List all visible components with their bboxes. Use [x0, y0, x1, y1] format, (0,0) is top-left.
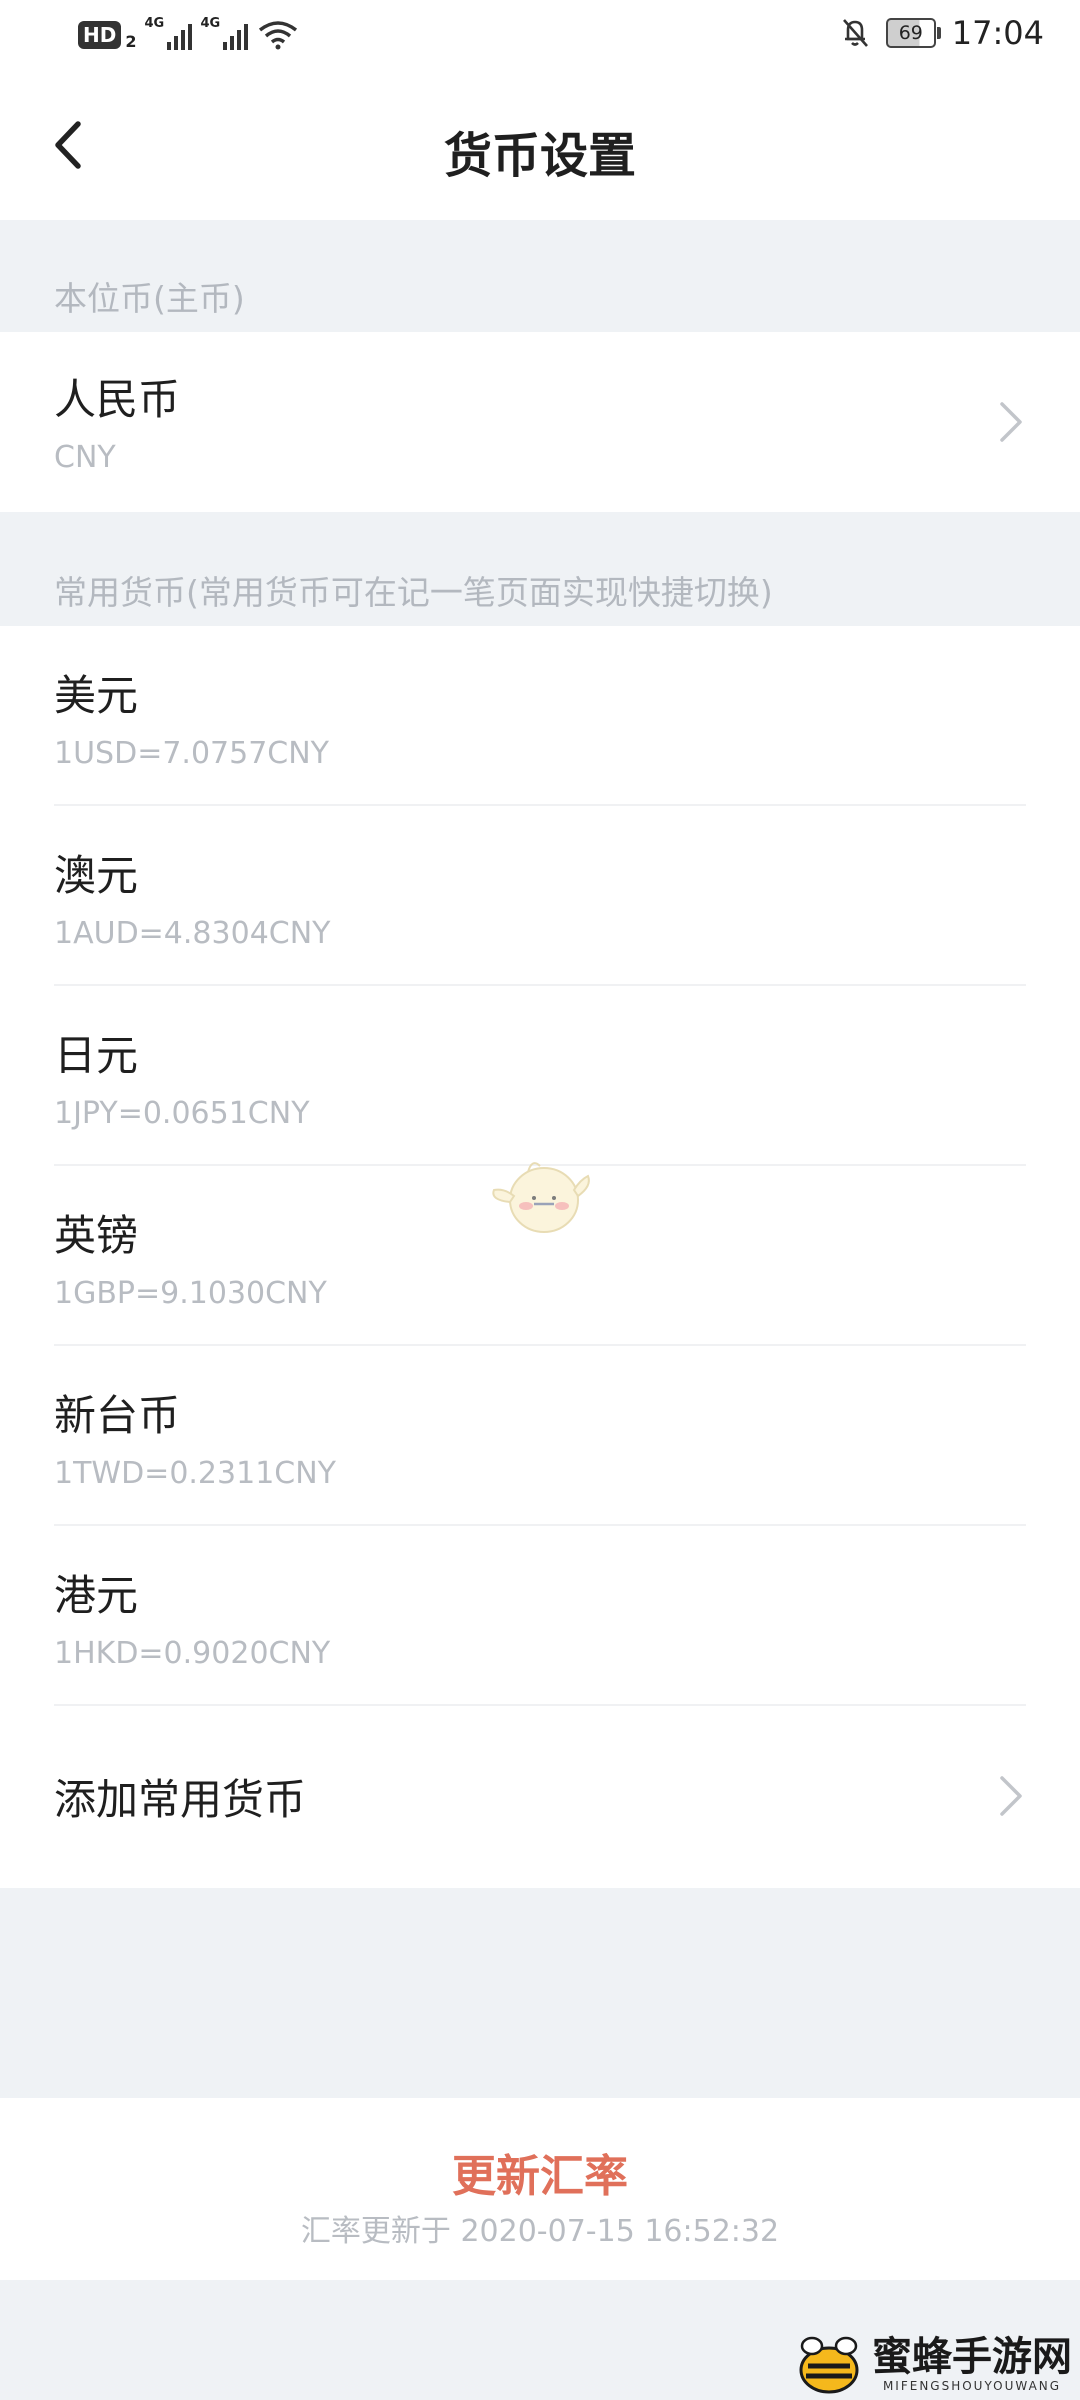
status-left: HD 2 4G 4G — [78, 16, 298, 51]
watermark-cn: 蜜蜂手游网 — [872, 2333, 1072, 2380]
watermark: 蜜蜂手游网 MIFENGSHOUYOUWANG — [794, 2332, 1072, 2396]
bell-muted-icon — [842, 19, 868, 47]
currency-rate: 1HKD=0.9020CNY — [54, 1636, 331, 1671]
signal-icon: 4G — [144, 16, 193, 50]
status-right: 69 17:04 — [840, 14, 1044, 52]
base-currency-name: 人民币 — [54, 375, 181, 424]
base-currency-code: CNY — [54, 440, 116, 475]
page-title: 货币设置 — [443, 128, 636, 184]
currency-name: 港元 — [54, 1571, 139, 1620]
signal-label: 4G — [200, 15, 221, 31]
base-currency-section-label: 本位币(主币) — [54, 279, 245, 318]
update-rates-button[interactable]: 更新汇率 — [0, 2140, 1080, 2204]
signal-icon: 4G — [200, 16, 249, 50]
currency-row[interactable]: 日元 1JPY=0.0651CNY — [0, 986, 1080, 1166]
hd-sub-label: 2 — [125, 32, 137, 51]
currency-name: 日元 — [54, 1031, 139, 1080]
common-currency-section-label: 常用货币(常用货币可在记一笔页面实现快捷切换) — [54, 573, 773, 612]
rates-updated-time: 汇率更新于 2020-07-15 16:52:32 — [300, 2214, 780, 2249]
currency-name: 澳元 — [54, 851, 139, 900]
currency-row[interactable]: 美元 1USD=7.0757CNY — [0, 626, 1080, 806]
signal-label: 4G — [144, 15, 165, 31]
currency-name: 英镑 — [54, 1211, 139, 1260]
base-currency-row[interactable]: 人民币 CNY — [0, 332, 1080, 512]
currency-rate: 1JPY=0.0651CNY — [54, 1096, 310, 1131]
currency-settings-page: HD 2 4G 4G 69 17:04 货币设置 本位币(主币) 人民币 CNY… — [0, 0, 1080, 2400]
battery-indicator: 69 — [885, 18, 941, 48]
common-currency-list: 美元 1USD=7.0757CNY 澳元 1AUD=4.8304CNY 日元 1… — [0, 626, 1080, 1888]
footer: 更新汇率 汇率更新于 2020-07-15 16:52:32 — [0, 2098, 1080, 2280]
currency-rate: 1GBP=9.1030CNY — [54, 1276, 327, 1311]
bee-logo-icon — [799, 2336, 859, 2394]
status-time: 17:04 — [951, 14, 1044, 52]
wifi-icon — [259, 20, 298, 49]
currency-name: 新台币 — [54, 1391, 181, 1440]
status-bar: HD 2 4G 4G 69 17:04 — [0, 0, 1080, 72]
watermark-text: 蜜蜂手游网 MIFENGSHOUYOUWANG — [872, 2333, 1072, 2394]
currency-name: 美元 — [54, 671, 139, 720]
add-common-currency-row[interactable]: 添加常用货币 — [0, 1706, 1080, 1888]
mascot-icon — [492, 1162, 590, 1233]
hd-badge: HD — [78, 20, 122, 49]
currency-row[interactable]: 澳元 1AUD=4.8304CNY — [0, 806, 1080, 986]
currency-row[interactable]: 港元 1HKD=0.9020CNY — [0, 1526, 1080, 1706]
add-common-currency-label: 添加常用货币 — [54, 1775, 307, 1824]
currency-row[interactable]: 新台币 1TWD=0.2311CNY — [0, 1346, 1080, 1526]
chevron-right-icon — [1000, 402, 1022, 442]
chevron-right-icon — [1000, 1776, 1022, 1816]
currency-rate: 1USD=7.0757CNY — [54, 736, 330, 771]
nav-bar: 货币设置 — [0, 72, 1080, 220]
currency-rate: 1TWD=0.2311CNY — [54, 1456, 336, 1491]
watermark-en: MIFENGSHOUYOUWANG — [882, 2379, 1062, 2393]
currency-rate: 1AUD=4.8304CNY — [54, 916, 331, 951]
